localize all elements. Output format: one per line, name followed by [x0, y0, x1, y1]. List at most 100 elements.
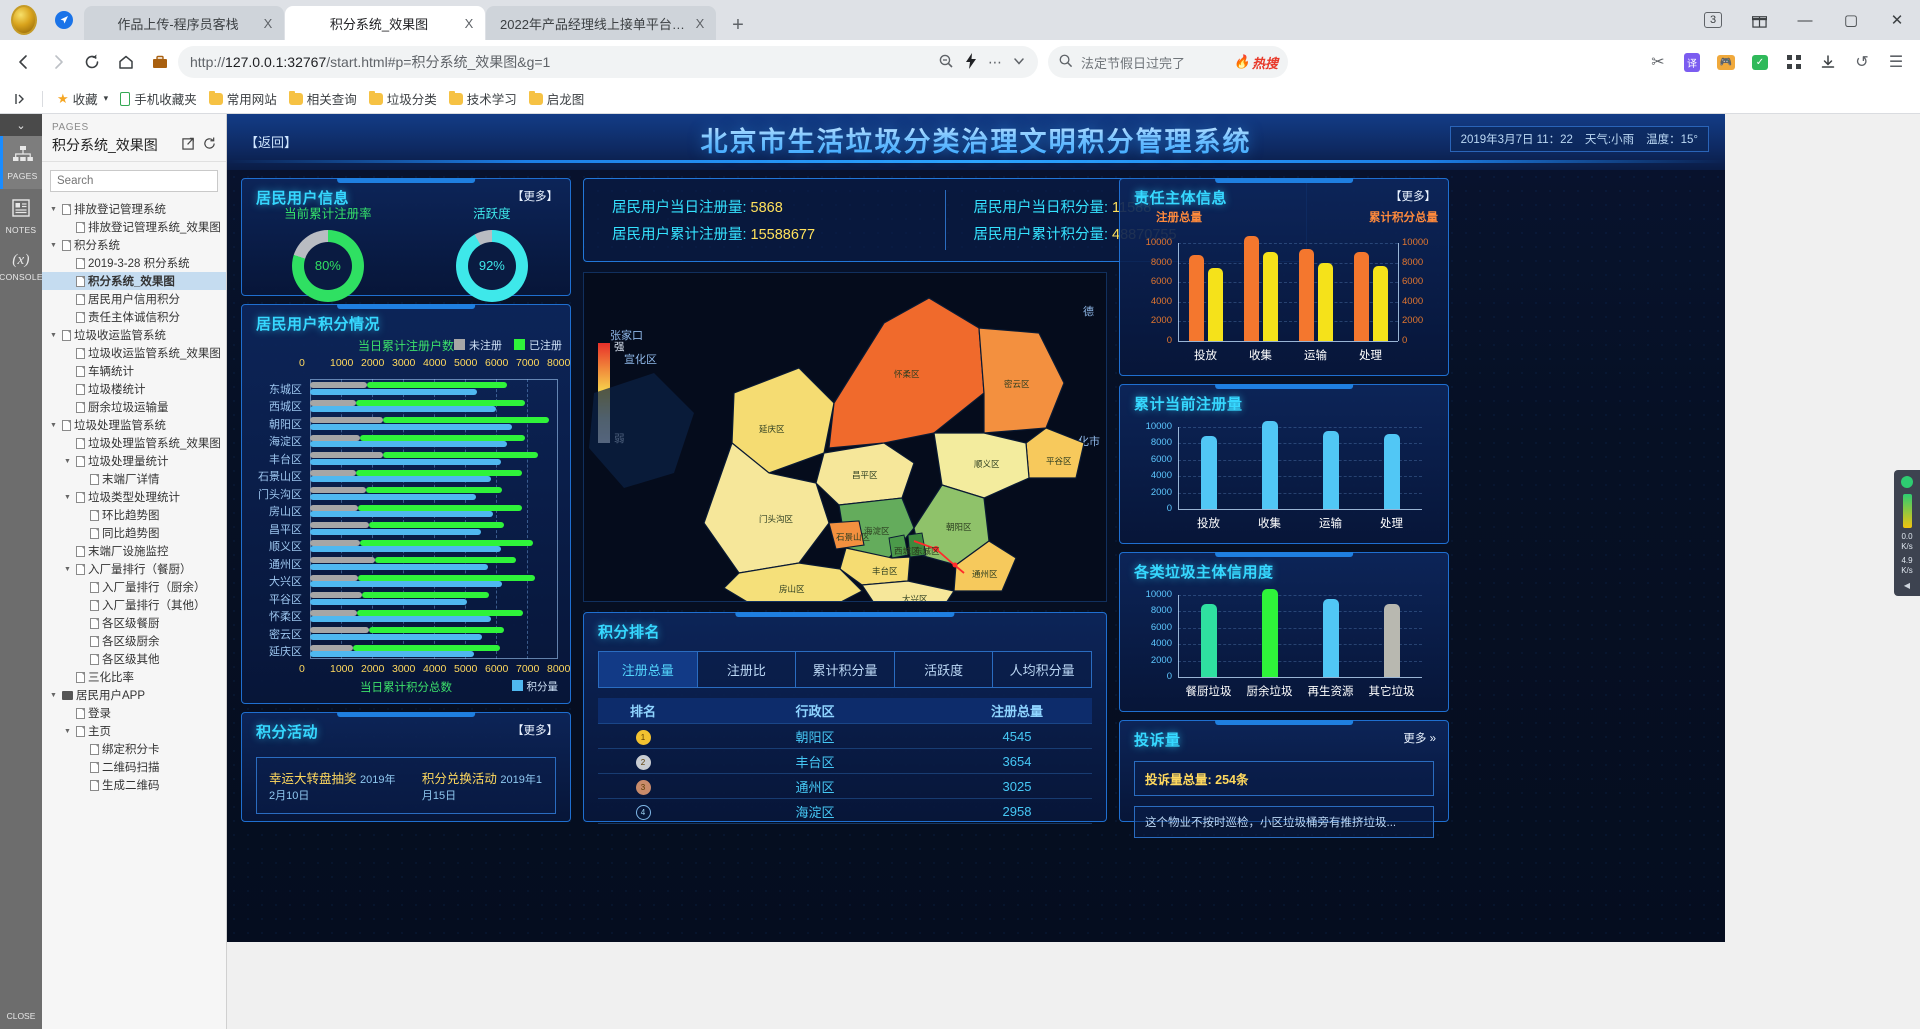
- tree-node[interactable]: 积分系统_效果图: [42, 272, 226, 290]
- reload-icon[interactable]: [76, 46, 108, 78]
- chevron-down-icon[interactable]: ▾: [104, 93, 109, 104]
- tree-node[interactable]: 2019-3-28 积分系统: [42, 254, 226, 272]
- tree-node[interactable]: 绑定积分卡: [42, 740, 226, 758]
- hamburger-menu-icon[interactable]: ☰: [1880, 46, 1912, 78]
- scissors-icon[interactable]: ✂: [1642, 46, 1674, 78]
- ranking-tab[interactable]: 活跃度: [894, 651, 994, 688]
- tree-node[interactable]: 三化比率: [42, 668, 226, 686]
- tab-close-icon[interactable]: X: [258, 13, 278, 33]
- tree-node[interactable]: ▼ 排放登记管理系统: [42, 200, 226, 218]
- tree-node[interactable]: ▼ 居民用户APP: [42, 686, 226, 704]
- tab-close-icon[interactable]: X: [690, 13, 710, 33]
- caret-down-icon[interactable]: ▼: [62, 728, 73, 735]
- tree-node[interactable]: 同比趋势图: [42, 524, 226, 542]
- bookmark-item[interactable]: 技术学习: [443, 86, 523, 111]
- apps-grid-icon[interactable]: [1778, 46, 1810, 78]
- tree-node[interactable]: ▼ 积分系统: [42, 236, 226, 254]
- responsible-entity-more[interactable]: 【更多】: [1390, 188, 1436, 204]
- tree-node[interactable]: ▼ 垃圾收运监管系统: [42, 326, 226, 344]
- tree-node[interactable]: 生成二维码: [42, 776, 226, 794]
- tree-node[interactable]: 环比趋势图: [42, 506, 226, 524]
- tree-node[interactable]: 车辆统计: [42, 362, 226, 380]
- activity-more[interactable]: 【更多】: [512, 722, 558, 738]
- rail-collapse-icon[interactable]: ⌄: [0, 114, 42, 136]
- back-icon[interactable]: [8, 46, 40, 78]
- tree-node[interactable]: 入厂量排行（其他）: [42, 596, 226, 614]
- caret-down-icon[interactable]: ▼: [48, 692, 59, 699]
- home-icon[interactable]: [110, 46, 142, 78]
- tree-node[interactable]: 厨余垃圾运输量: [42, 398, 226, 416]
- table-row[interactable]: 2 丰台区 3654: [598, 749, 1092, 774]
- minimize-button[interactable]: —: [1782, 0, 1828, 40]
- tab-close-icon[interactable]: X: [459, 13, 479, 33]
- tree-node[interactable]: ▼ 入厂量排行（餐厨）: [42, 560, 226, 578]
- activity-item[interactable]: 幸运大转盘抽奖 2019年2月10日: [269, 768, 400, 803]
- bookmark-item[interactable]: 手机收藏夹: [114, 86, 203, 111]
- lightning-icon[interactable]: [964, 52, 978, 72]
- tree-node[interactable]: 各区级其他: [42, 650, 226, 668]
- table-row[interactable]: 4 海淀区 2958: [598, 799, 1092, 824]
- bookmark-item[interactable]: 垃圾分类: [363, 86, 443, 111]
- browser-tab[interactable]: 2022年产品经理线上接单平台汇总 X: [486, 6, 716, 40]
- refresh-icon[interactable]: [203, 137, 216, 153]
- tree-node[interactable]: 责任主体诚信积分: [42, 308, 226, 326]
- close-window-button[interactable]: ✕: [1874, 0, 1920, 40]
- ranking-tab[interactable]: 注册总量: [598, 651, 698, 688]
- rail-item-console[interactable]: (x) CONSOLE: [0, 243, 43, 290]
- tree-node[interactable]: 二维码扫描: [42, 758, 226, 776]
- caret-down-icon[interactable]: ▼: [48, 332, 59, 339]
- gift-icon[interactable]: [1736, 0, 1782, 40]
- table-row[interactable]: 3 通州区 3025: [598, 774, 1092, 799]
- widget-collapse-icon[interactable]: ◀: [1894, 581, 1920, 590]
- briefcase-icon[interactable]: [144, 46, 176, 78]
- address-bar[interactable]: http://127.0.0.1:32767/start.html#p=积分系统…: [178, 46, 1038, 78]
- bookmark-item[interactable]: 启龙图: [523, 86, 591, 111]
- tree-node[interactable]: 登录: [42, 704, 226, 722]
- complaints-more[interactable]: 更多 »: [1403, 730, 1436, 746]
- rail-item-notes[interactable]: NOTES: [0, 189, 42, 243]
- forward-icon[interactable]: [42, 46, 74, 78]
- tree-node[interactable]: 末端厂详情: [42, 470, 226, 488]
- caret-down-icon[interactable]: ▼: [62, 458, 73, 465]
- caret-down-icon[interactable]: ▼: [48, 422, 59, 429]
- tree-node[interactable]: ▼ 主页: [42, 722, 226, 740]
- tree-node[interactable]: ▼ 垃圾处理量统计: [42, 452, 226, 470]
- open-external-icon[interactable]: [182, 137, 195, 153]
- download-icon[interactable]: [1812, 46, 1844, 78]
- pages-search-input[interactable]: [50, 170, 218, 192]
- activity-item[interactable]: 积分兑换活动 2019年1月15日: [422, 768, 543, 803]
- tree-node[interactable]: 各区级餐厨: [42, 614, 226, 632]
- undo-icon[interactable]: ↺: [1846, 46, 1878, 78]
- more-options-icon[interactable]: ⋯: [988, 54, 1002, 71]
- bookmark-expand-icon[interactable]: [8, 89, 34, 109]
- tree-node[interactable]: 末端厂设施监控: [42, 542, 226, 560]
- zoom-out-icon[interactable]: [938, 53, 954, 72]
- caret-down-icon[interactable]: ▼: [62, 566, 73, 573]
- tree-node[interactable]: ▼ 垃圾处理监管系统: [42, 416, 226, 434]
- tree-node[interactable]: 各区级厨余: [42, 632, 226, 650]
- network-speed-widget[interactable]: 0.0 K/s 4.9 K/s ◀: [1894, 470, 1920, 596]
- search-input[interactable]: 法定节假日过完了 🔥 热搜: [1048, 46, 1288, 78]
- rail-close-button[interactable]: CLOSE: [7, 1003, 36, 1029]
- beijing-map[interactable]: 张家口 宣化区 德 化市 强 弱: [583, 272, 1107, 602]
- chevron-down-icon[interactable]: [1012, 54, 1026, 71]
- caret-down-icon[interactable]: ▼: [48, 206, 59, 213]
- caret-down-icon[interactable]: ▼: [48, 242, 59, 249]
- tree-node[interactable]: 排放登记管理系统_效果图: [42, 218, 226, 236]
- browser-tab[interactable]: 积分系统_效果图 X: [285, 6, 485, 40]
- hot-search-badge[interactable]: 🔥 热搜: [1234, 53, 1278, 72]
- tree-node[interactable]: 垃圾处理监管系统_效果图: [42, 434, 226, 452]
- tab-count-badge[interactable]: 3: [1690, 0, 1736, 40]
- translate-icon[interactable]: 译: [1676, 46, 1708, 78]
- bookmark-item[interactable]: 相关查询: [283, 86, 363, 111]
- tree-node[interactable]: 垃圾楼统计: [42, 380, 226, 398]
- tree-node[interactable]: 入厂量排行（厨余）: [42, 578, 226, 596]
- ranking-tab[interactable]: 人均积分量: [993, 651, 1092, 688]
- rail-item-pages[interactable]: PAGES: [0, 136, 42, 189]
- caret-down-icon[interactable]: ▼: [62, 494, 73, 501]
- maximize-button[interactable]: ▢: [1828, 0, 1874, 40]
- ranking-tab[interactable]: 累计积分量: [796, 651, 895, 688]
- shield-icon[interactable]: ✓: [1744, 46, 1776, 78]
- table-row[interactable]: 1 朝阳区 4545: [598, 724, 1092, 749]
- tree-node[interactable]: ▼ 垃圾类型处理统计: [42, 488, 226, 506]
